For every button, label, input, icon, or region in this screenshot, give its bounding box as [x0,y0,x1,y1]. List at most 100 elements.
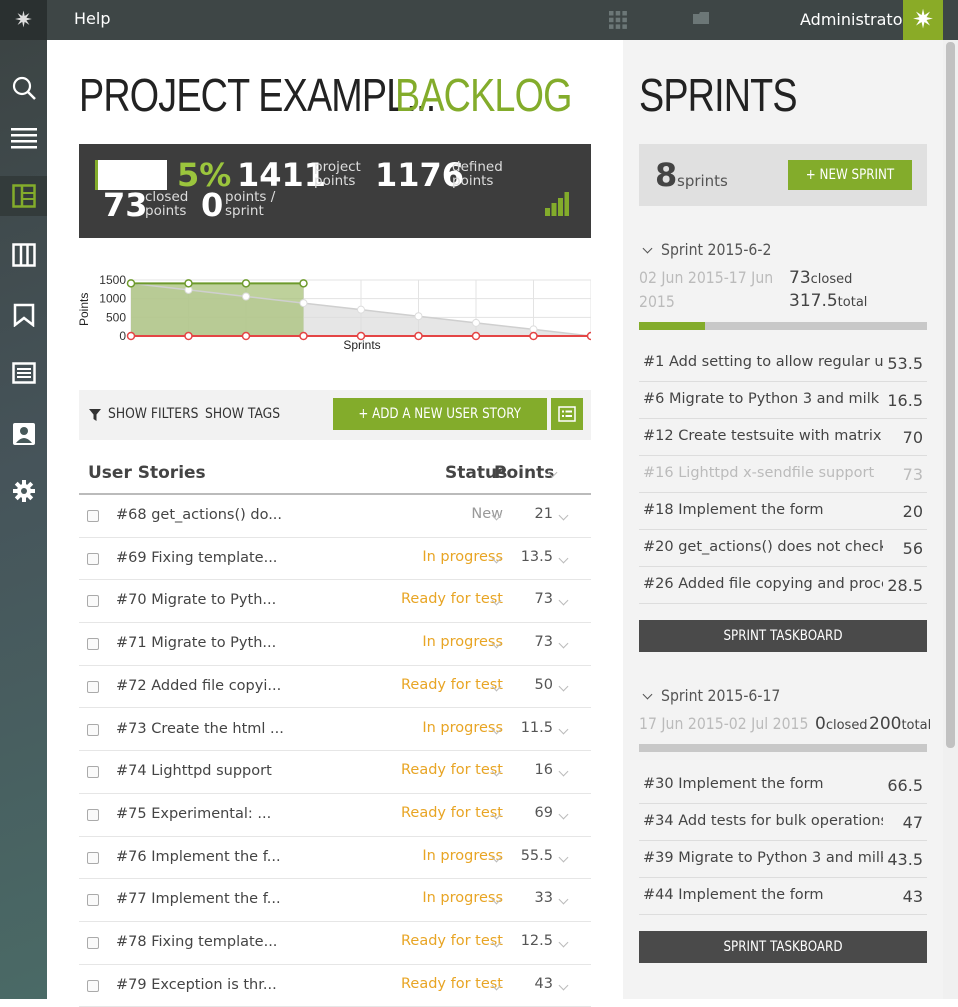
points-chevron-icon[interactable] [558,809,569,820]
sprint1-story-row[interactable]: #18 Implement the form 20 [639,493,927,530]
sprint1-story-row[interactable]: #16 Lighttpd x-sendfile support 73 [639,456,927,493]
project-title[interactable]: PROJECT EXAMPL... [79,68,436,122]
issues-icon[interactable] [0,353,47,393]
points-chevron-icon[interactable] [558,595,569,606]
story-points[interactable]: 13.5 [521,549,553,565]
stats-chart-icon[interactable] [545,192,569,216]
story-checkbox[interactable] [87,894,99,907]
story-points[interactable]: 11.5 [521,720,553,736]
story-checkbox[interactable] [87,937,99,949]
sprint2-name[interactable]: Sprint 2015-6-17 [661,686,780,705]
sprint2-story-row[interactable]: #30 Implement the form 66.5 [639,767,927,804]
story-row[interactable]: #72 Added file copyi... Ready for test 50 [79,666,591,709]
sprint-story-title[interactable]: #18 Implement the form [643,502,883,518]
bulk-add-button[interactable] [551,398,583,430]
points-chevron-icon[interactable] [558,510,569,521]
story-points[interactable]: 73 [535,591,553,607]
story-subject[interactable]: #69 Fixing template... [116,550,277,566]
story-row[interactable]: #78 Fixing template... Ready for test 12.5 [79,922,591,965]
user-name[interactable]: Administrator [800,10,909,29]
sprint1-story-row[interactable]: #26 Added file copying and proces...28.5 [639,567,927,604]
story-subject[interactable]: #78 Fixing template... [116,934,277,950]
sprint2-story-row[interactable]: #34 Add tests for bulk operations 47 [639,804,927,841]
sprint1-name[interactable]: Sprint 2015-6-2 [661,240,771,259]
sprint1-collapse-chevron-icon[interactable] [642,243,653,254]
story-row[interactable]: #68 get_actions() do... New 21 [79,495,591,538]
story-row[interactable]: #76 Implement the f... In progress 55.5 [79,837,591,880]
story-checkbox[interactable] [87,851,99,864]
col-points[interactable]: Points [494,463,554,483]
story-points[interactable]: 43 [535,976,553,992]
sprint-story-title[interactable]: #34 Add tests for bulk operations [643,813,883,829]
story-points[interactable]: 33 [535,890,553,906]
sprint-story-title[interactable]: #1 Add setting to allow regular use... [643,354,883,370]
help-link[interactable]: Help [74,9,110,28]
story-status[interactable]: Ready for test [401,677,503,693]
story-subject[interactable]: #70 Migrate to Pyth... [116,592,276,608]
settings-icon[interactable] [0,471,47,511]
story-row[interactable]: #71 Migrate to Pyth... In progress 73 [79,623,591,666]
taiga-logo[interactable]: ✷ [0,0,47,40]
story-status[interactable]: In progress [422,549,503,565]
projects-grid-icon[interactable] [608,10,628,30]
story-subject[interactable]: #74 Lighttpd support [116,763,272,779]
points-chevron-icon[interactable] [558,937,569,948]
story-subject[interactable]: #76 Implement the f... [116,849,281,865]
sprint-story-title[interactable]: #16 Lighttpd x-sendfile support [643,465,883,481]
points-chevron-icon[interactable] [558,766,569,777]
story-subject[interactable]: #79 Exception is thr... [116,977,277,993]
points-chevron-icon[interactable] [558,724,569,734]
story-row[interactable]: #69 Fixing template... In progress 13.5 [79,538,591,581]
story-status[interactable]: In progress [422,848,503,864]
story-points[interactable]: 55.5 [521,848,553,864]
kanban-icon[interactable] [0,235,47,275]
search-icon[interactable] [0,68,47,108]
sprint-story-title[interactable]: #30 Implement the form [643,776,883,792]
story-row[interactable]: #74 Lighttpd support Ready for test 16 [79,751,591,794]
story-points[interactable]: 21 [535,506,553,522]
story-status[interactable]: Ready for test [401,933,503,949]
sprint-story-title[interactable]: #39 Migrate to Python 3 and milk a... [643,850,883,866]
story-subject[interactable]: #75 Experimental: ... [116,806,271,822]
story-points[interactable]: 16 [535,762,553,778]
folder-icon[interactable] [692,11,710,25]
team-icon[interactable] [0,414,47,454]
story-status[interactable]: Ready for test [401,805,503,821]
sprint-story-title[interactable]: #12 Create testsuite with matrix buil... [643,428,883,444]
user-avatar[interactable]: ✷ [903,0,943,40]
story-checkbox[interactable] [87,979,99,992]
points-chevron-icon[interactable] [558,553,569,564]
story-points[interactable]: 12.5 [521,933,553,949]
sprint2-taskboard-button[interactable]: SPRINT TASKBOARD [639,931,927,963]
story-row[interactable]: #70 Migrate to Pyth... Ready for test 73 [79,580,591,624]
story-row[interactable]: #73 Create the html ... In progress 11.5 [79,709,591,752]
story-checkbox[interactable] [87,723,99,736]
sprint1-story-row[interactable]: #1 Add setting to allow regular use...53… [639,345,927,382]
story-points[interactable]: 73 [535,634,553,650]
story-checkbox[interactable] [87,595,99,608]
story-status[interactable]: Ready for test [401,591,503,607]
new-sprint-button[interactable]: + NEW SPRINT [788,160,912,190]
story-checkbox[interactable] [87,510,99,522]
story-status[interactable]: Ready for test [401,762,503,778]
wiki-icon[interactable] [0,295,47,335]
points-chevron-icon[interactable] [558,638,569,649]
story-row[interactable]: #77 Implement the f... In progress 33 [79,879,591,922]
sprint2-collapse-chevron-icon[interactable] [642,689,653,700]
story-checkbox[interactable] [87,808,99,821]
story-subject[interactable]: #68 get_actions() do... [116,507,282,523]
story-subject[interactable]: #72 Added file copyi... [116,678,281,694]
sprint1-story-row[interactable]: #6 Migrate to Python 3 and milk a ...16.… [639,382,927,419]
sprint1-story-row[interactable]: #12 Create testsuite with matrix buil...… [639,419,927,456]
timeline-icon[interactable] [0,118,47,158]
show-tags-button[interactable]: SHOW TAGS [205,406,280,422]
story-row[interactable]: #75 Experimental: ... Ready for test 69 [79,794,591,837]
points-chevron-icon[interactable] [558,894,569,905]
sprint-story-title[interactable]: #26 Added file copying and proces... [643,576,883,592]
backlog-icon[interactable] [0,176,47,216]
add-user-story-button[interactable]: + ADD A NEW USER STORY [333,398,547,430]
story-checkbox[interactable] [87,766,99,779]
story-subject[interactable]: #77 Implement the f... [116,891,281,907]
sprint1-story-row[interactable]: #20 get_actions() does not check for ...… [639,530,927,567]
sprint1-taskboard-button[interactable]: SPRINT TASKBOARD [639,620,927,652]
